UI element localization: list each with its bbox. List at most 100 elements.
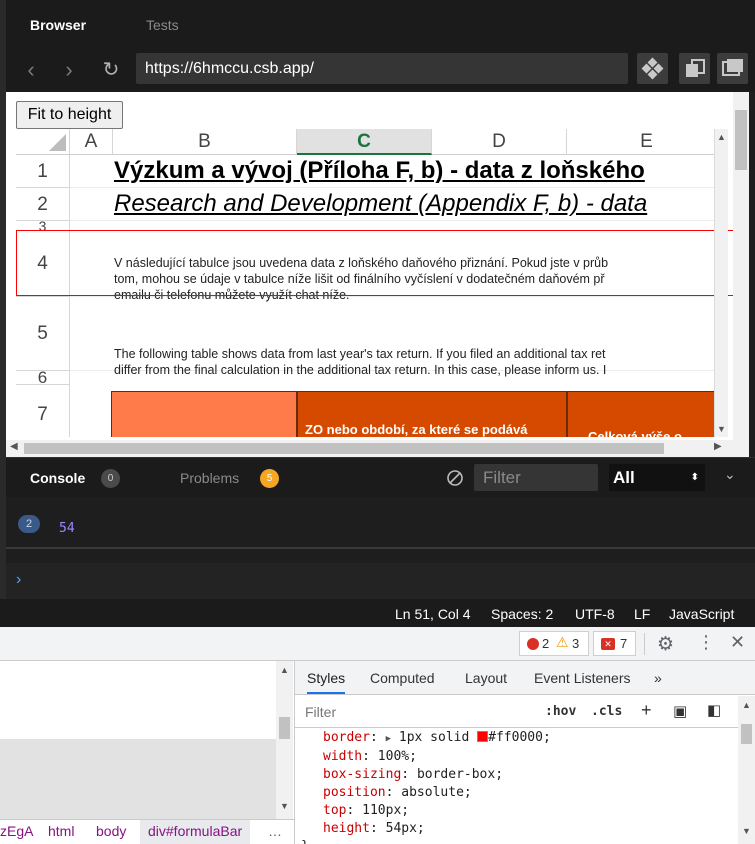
scroll-down-icon[interactable]: ▼ — [280, 801, 289, 811]
css-value: absolute; — [401, 785, 472, 800]
css-line[interactable]: box-sizing: border-box; — [323, 766, 551, 784]
column-header-d[interactable]: D — [432, 129, 567, 155]
forward-icon[interactable]: › — [56, 50, 82, 92]
select-all-corner[interactable] — [16, 129, 70, 155]
table-header-cell-3: Celková výše o — [567, 391, 714, 437]
frame-vertical-scrollbar[interactable] — [733, 92, 749, 457]
scrollbar-thumb[interactable] — [279, 717, 290, 739]
row-header-7[interactable]: 7 — [16, 385, 70, 437]
more-tabs-icon[interactable]: » — [654, 670, 662, 686]
chevron-down-icon[interactable]: ⌄ — [724, 466, 736, 483]
row-header-2[interactable]: 2 — [16, 188, 70, 221]
selected-node-highlight[interactable] — [0, 739, 276, 819]
css-line[interactable]: position: absolute; — [323, 784, 551, 802]
table-header-cell-1 — [111, 391, 297, 437]
breadcrumb-item-selected[interactable]: div#formulaBar — [140, 820, 251, 844]
expand-icon[interactable]: ▶ — [386, 734, 391, 744]
close-icon[interactable]: ✕ — [730, 632, 745, 653]
class-toggle[interactable]: .cls — [591, 704, 622, 719]
issues-counter[interactable]: ✕ 7 — [593, 631, 636, 656]
encoding[interactable]: UTF-8 — [575, 606, 615, 622]
elements-scrollbar[interactable]: ▲ ▼ — [276, 661, 293, 819]
status-bar: Ln 51, Col 4 Spaces: 2 UTF-8 LF JavaScri… — [0, 599, 755, 627]
tab-layout[interactable]: Layout — [465, 670, 507, 686]
tab-event-listeners[interactable]: Event Listeners — [534, 670, 631, 686]
console-input[interactable]: › — [6, 563, 755, 599]
log-level-value: All — [613, 468, 635, 487]
open-window-icon[interactable] — [717, 53, 748, 84]
scroll-right-icon[interactable]: ▶ — [714, 441, 722, 452]
scrollbar-thumb[interactable] — [24, 443, 664, 454]
column-header-e[interactable]: E — [567, 129, 714, 155]
breadcrumb-item[interactable]: body — [96, 823, 126, 839]
row-header-5[interactable]: 5 — [16, 297, 70, 371]
divider — [644, 633, 645, 655]
tab-browser[interactable]: Browser — [30, 0, 86, 50]
row-header-6[interactable]: 6 — [16, 369, 70, 386]
css-value: 100%; — [377, 749, 417, 764]
browser-tabbar: Browser Tests — [0, 0, 755, 50]
scroll-down-icon[interactable]: ▼ — [742, 826, 751, 836]
line-endings[interactable]: LF — [634, 606, 650, 622]
paint-icon[interactable]: ▣ — [673, 702, 687, 720]
copy-icon[interactable] — [679, 53, 710, 84]
color-swatch[interactable] — [477, 731, 489, 742]
styles-scrollbar[interactable]: ▲ ▼ — [738, 696, 755, 844]
tab-styles[interactable]: Styles — [307, 670, 346, 694]
scroll-up-icon[interactable]: ▲ — [280, 665, 289, 675]
column-header-a[interactable]: A — [70, 129, 113, 155]
divider — [6, 547, 755, 549]
tab-tests[interactable]: Tests — [146, 0, 179, 50]
css-property: height — [323, 821, 370, 836]
more-options-icon[interactable]: ⋮ — [697, 632, 715, 653]
column-header-c[interactable]: C — [297, 129, 432, 155]
scroll-down-icon[interactable]: ▼ — [717, 424, 726, 434]
css-line[interactable]: top: 110px; — [323, 802, 551, 820]
scroll-left-icon[interactable]: ◀ — [10, 441, 18, 452]
fit-to-height-button[interactable]: Fit to height — [16, 101, 123, 129]
scrollbar-thumb[interactable] — [741, 724, 752, 744]
scroll-up-icon[interactable]: ▲ — [742, 700, 751, 710]
scrollbar-thumb[interactable] — [735, 110, 747, 170]
css-line[interactable]: width: 100%; — [323, 748, 551, 766]
error-warning-counter[interactable]: 2 ⚠ 3 — [519, 631, 589, 656]
warning-count: 3 — [572, 636, 580, 651]
indentation[interactable]: Spaces: 2 — [491, 606, 553, 622]
grid-vertical-scrollbar[interactable]: ▲ ▼ — [714, 129, 728, 437]
log-level-select[interactable]: All ⬍ — [609, 464, 705, 491]
back-icon[interactable]: ‹ — [18, 50, 44, 92]
toggle-sidebar-icon[interactable]: ◧ — [707, 701, 721, 719]
preview-frame: Fit to height A B C D E 1 2 3 4 5 6 7 Vý… — [6, 92, 749, 457]
issues-icon: ✕ — [601, 638, 615, 650]
language-mode[interactable]: JavaScript — [669, 606, 734, 622]
column-header-b[interactable]: B — [113, 129, 297, 155]
tab-computed[interactable]: Computed — [370, 670, 435, 686]
breadcrumb-item[interactable]: zEgA — [0, 823, 33, 839]
css-line[interactable]: height: 54px; — [323, 820, 551, 838]
css-value: 110px; — [362, 803, 410, 818]
styles-filter-row: Filter :hov .cls + ▣ ◧ — [295, 696, 755, 728]
reload-icon[interactable]: ↻ — [98, 50, 124, 92]
styles-tabs: Styles Computed Layout Event Listeners » — [295, 661, 755, 695]
tab-console[interactable]: Console — [30, 458, 85, 498]
gear-icon[interactable]: ⚙ — [657, 633, 674, 656]
frame-horizontal-scrollbar[interactable]: ◀ ▶ — [6, 440, 733, 457]
clear-console-icon[interactable] — [446, 469, 464, 492]
row5-text-line-1: The following table shows data from last… — [114, 347, 606, 361]
console-filter-input[interactable]: Filter — [474, 464, 598, 491]
hover-state-toggle[interactable]: :hov — [545, 704, 576, 719]
styles-filter-input[interactable]: Filter — [305, 704, 336, 720]
tab-problems[interactable]: Problems — [180, 458, 239, 498]
row-header-1[interactable]: 1 — [16, 155, 70, 188]
devtools-toolbar: 2 ⚠ 3 ✕ 7 ⚙ ⋮ ✕ — [0, 627, 755, 661]
warning-icon: ⚠ — [556, 634, 569, 650]
breadcrumb-item[interactable]: html — [48, 823, 74, 839]
scroll-up-icon[interactable]: ▲ — [717, 132, 726, 142]
cursor-position[interactable]: Ln 51, Col 4 — [395, 606, 471, 622]
url-input[interactable]: https://6hmccu.csb.app/ — [136, 53, 628, 84]
devtools-icon[interactable] — [637, 53, 668, 84]
add-rule-icon[interactable]: + — [641, 700, 652, 721]
css-property: position — [323, 785, 386, 800]
breadcrumb-more[interactable]: … — [268, 823, 282, 839]
css-line[interactable]: border: ▶ 1px solid #ff0000; — [323, 729, 551, 748]
